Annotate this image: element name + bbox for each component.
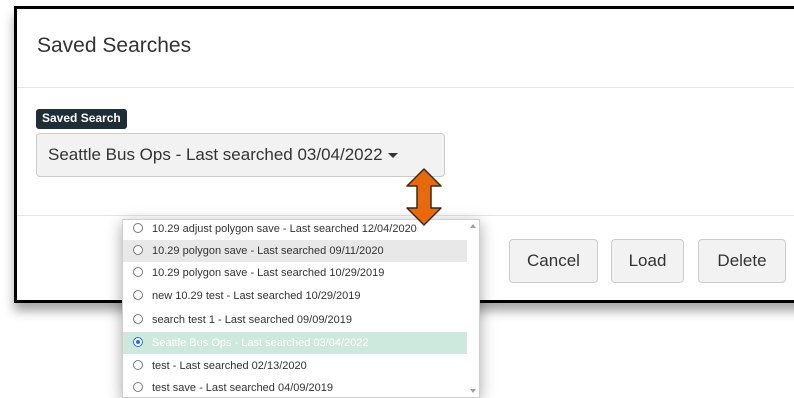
option-label: 10.29 polygon save - Last searched 09/11… (152, 245, 384, 257)
dropdown-option[interactable]: test save - Last searched 04/09/2019 (123, 377, 467, 397)
annotation-arrow-shape (406, 168, 442, 226)
saved-search-label: Saved Search (36, 109, 127, 130)
option-label: 10.29 adjust polygon save - Last searche… (152, 223, 417, 235)
selected-value-text: Seattle Bus Ops - Last searched 03/04/20… (48, 145, 383, 164)
dropdown-option-selected[interactable]: Seattle Bus Ops - Last searched 03/04/20… (123, 332, 467, 354)
radio-unchecked-icon[interactable] (133, 314, 143, 324)
radio-unchecked-icon[interactable] (133, 360, 143, 370)
delete-button[interactable]: Delete (698, 239, 786, 283)
load-button[interactable]: Load (611, 239, 684, 283)
caret-down-icon (387, 153, 398, 159)
dropdown-option[interactable]: test - Last searched 02/13/2020 (123, 355, 467, 377)
dropdown-scrollbar[interactable] (467, 220, 479, 397)
saved-search-dropdown[interactable]: 10.29 adjust polygon save - Last searche… (122, 219, 480, 398)
radio-unchecked-icon[interactable] (133, 267, 143, 277)
dropdown-option[interactable]: new 10.29 test - Last searched 10/29/201… (123, 285, 467, 307)
saved-search-select[interactable]: Seattle Bus Ops - Last searched 03/04/20… (36, 133, 445, 177)
radio-checked-icon[interactable] (133, 337, 143, 347)
option-label: test save - Last searched 04/09/2019 (152, 382, 334, 394)
radio-unchecked-icon[interactable] (133, 290, 143, 300)
scroll-down-icon[interactable] (470, 389, 476, 393)
option-label: test - Last searched 02/13/2020 (152, 360, 307, 372)
modal-title: Saved Searches (37, 34, 192, 57)
option-label: new 10.29 test - Last searched 10/29/201… (152, 290, 361, 302)
cancel-button[interactable]: Cancel (509, 239, 598, 283)
scroll-up-icon[interactable] (470, 224, 476, 228)
dropdown-option[interactable]: search test 1 - Last searched 09/09/2019 (123, 309, 467, 331)
dropdown-option-hovered[interactable]: 10.29 polygon save - Last searched 09/11… (123, 240, 467, 262)
dropdown-option[interactable]: 10.29 polygon save - Last searched 10/29… (123, 262, 467, 284)
modal-header: Saved Searches × (17, 9, 794, 88)
option-label: Seattle Bus Ops - Last searched 03/04/20… (152, 337, 369, 349)
radio-unchecked-icon[interactable] (133, 382, 143, 392)
option-label: 10.29 polygon save - Last searched 10/29… (152, 267, 385, 279)
double-arrow-icon (406, 168, 442, 226)
option-label: search test 1 - Last searched 09/09/2019 (152, 314, 352, 326)
radio-unchecked-icon[interactable] (133, 245, 143, 255)
radio-unchecked-icon[interactable] (133, 223, 143, 233)
